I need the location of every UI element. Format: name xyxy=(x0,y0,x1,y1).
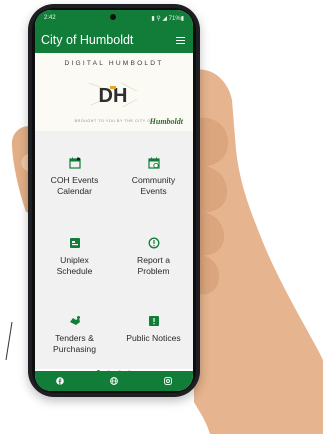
tile-label: Events xyxy=(140,186,167,196)
globe-icon[interactable] xyxy=(110,377,118,385)
instagram-icon[interactable] xyxy=(164,377,172,385)
schedule-icon xyxy=(69,238,80,248)
tile-tenders-purchasing[interactable]: Tenders & Purchasing xyxy=(35,315,114,355)
menu-grid: COH Events Calendar Community Events Uni… xyxy=(35,131,193,369)
tile-coh-events-calendar[interactable]: COH Events Calendar xyxy=(35,157,114,197)
humboldt-brand-logo: Humboldt xyxy=(149,117,183,126)
calendar-check-icon xyxy=(147,157,160,169)
facebook-icon[interactable] xyxy=(56,377,64,385)
tile-label: Community xyxy=(131,175,176,185)
status-time: 2:42 xyxy=(44,15,56,21)
status-bar: 2:42 ▮ ⚲ ◢ 71%▮ xyxy=(35,10,193,27)
bottom-nav-bar xyxy=(35,371,193,391)
app-title: City of Humboldt xyxy=(41,33,134,47)
app-bar: City of Humboldt xyxy=(35,27,193,53)
tile-label: Problem xyxy=(137,266,170,276)
tile-uniplex-schedule[interactable]: Uniplex Schedule xyxy=(35,237,114,277)
tile-report-a-problem[interactable]: Report a Problem xyxy=(114,237,193,277)
notice-icon xyxy=(148,316,159,326)
tile-label: Tenders & xyxy=(55,333,94,343)
tile-label: Public Notices xyxy=(126,333,181,343)
front-camera xyxy=(110,14,116,20)
handshake-icon xyxy=(69,316,80,325)
tile-public-notices[interactable]: Public Notices xyxy=(114,315,193,344)
tile-community-events[interactable]: Community Events xyxy=(114,157,193,197)
scene: 2:42 ▮ ⚲ ◢ 71%▮ City of Humboldt DIGITAL… xyxy=(0,0,323,434)
banner-tagline: DIGITAL HUMBOLDT xyxy=(64,60,164,67)
digital-humboldt-banner: DIGITAL HUMBOLDT DH BROUGHT TO YOU BY TH… xyxy=(35,53,193,131)
tile-label: Purchasing xyxy=(53,344,96,354)
alert-icon xyxy=(148,237,159,249)
hamburger-menu-icon[interactable] xyxy=(176,37,185,45)
app-screen: 2:42 ▮ ⚲ ◢ 71%▮ City of Humboldt DIGITAL… xyxy=(35,10,193,391)
status-indicators: ▮ ⚲ ◢ 71%▮ xyxy=(151,16,184,22)
tile-label: COH Events xyxy=(50,175,99,185)
tile-label: Schedule xyxy=(56,266,93,276)
tile-label: Calendar xyxy=(57,186,92,196)
dh-logo-icon: DH xyxy=(88,82,138,108)
tile-label: Uniplex xyxy=(60,255,89,265)
tile-label: Report a xyxy=(137,255,170,265)
calendar-icon xyxy=(68,157,81,169)
